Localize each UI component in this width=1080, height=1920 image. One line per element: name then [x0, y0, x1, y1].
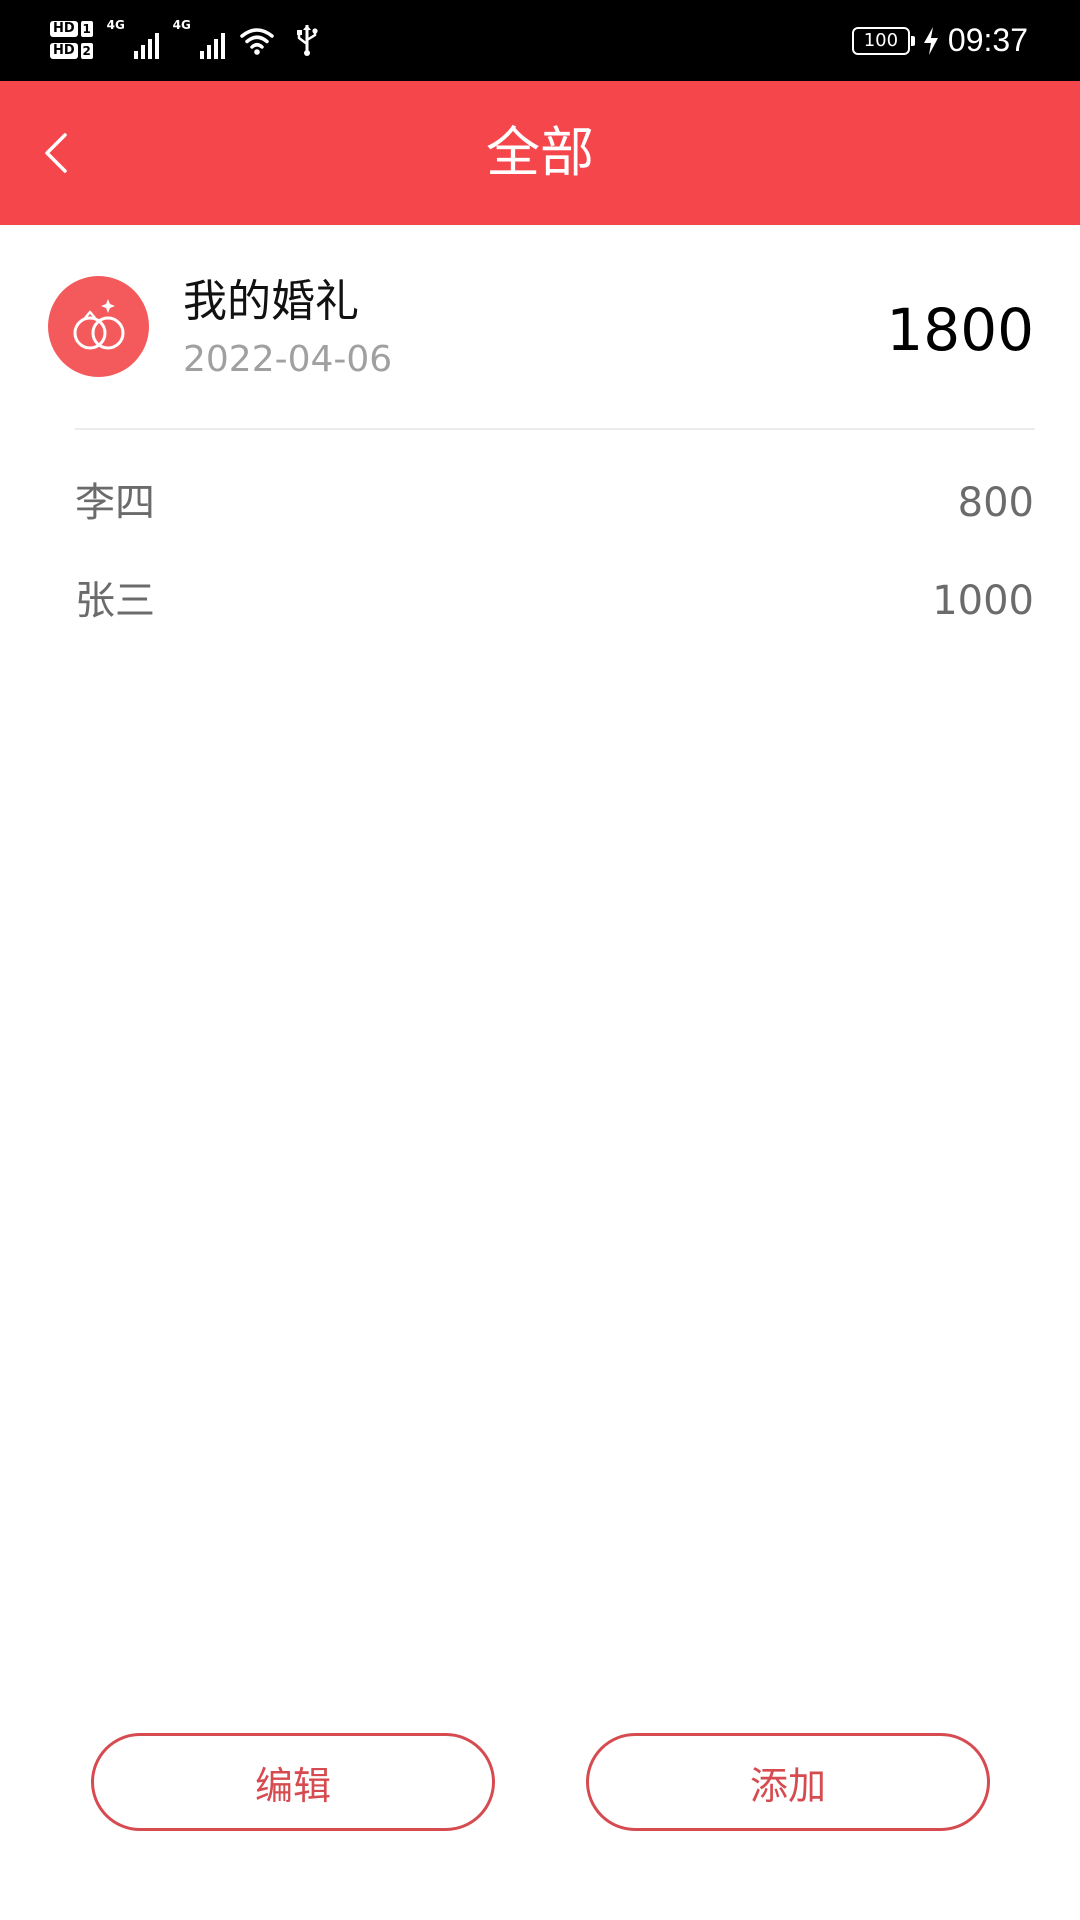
sim1-number: 1 [80, 21, 93, 37]
battery-icon: 100 [851, 26, 915, 55]
sim2-hd-label: HD [50, 43, 78, 59]
gift-amount: 800 [957, 480, 1034, 526]
list-item[interactable]: 张三 1000 [0, 550, 1080, 648]
status-bar-left: HD 1 HD 2 4G 4G [50, 10, 325, 70]
gift-list: 李四 800 张三 1000 [0, 452, 1080, 648]
edit-button[interactable]: 编辑 [91, 1733, 495, 1831]
status-time: 09:37 [947, 22, 1028, 58]
signal-icon: 4G [173, 17, 225, 63]
gift-giver-name: 张三 [75, 578, 155, 624]
sim1-hd-label: HD [50, 21, 78, 37]
app-bar: 全部 [0, 81, 1080, 225]
gift-amount: 1000 [932, 578, 1034, 624]
gift-giver-name: 李四 [75, 480, 155, 526]
event-total: 1800 [886, 296, 1034, 364]
event-title: 我的婚礼 [183, 276, 359, 327]
divider [75, 428, 1035, 430]
sim2-number: 2 [80, 43, 93, 59]
sim2-badge: HD 2 [50, 43, 93, 59]
sim1-badge: HD 1 [50, 21, 93, 37]
network-type-1: 4G [106, 18, 125, 32]
list-item[interactable]: 李四 800 [0, 452, 1080, 550]
status-bar-right: 100 09:37 [851, 0, 1028, 81]
page-title: 全部 [486, 121, 594, 184]
event-date: 2022-04-06 [183, 339, 393, 380]
sim-badges: HD 1 HD 2 [50, 21, 93, 59]
wifi-icon [239, 28, 274, 55]
wedding-rings-icon [48, 276, 149, 377]
status-bar: HD 1 HD 2 4G 4G 100 09:37 [0, 0, 1080, 81]
add-button[interactable]: 添加 [586, 1733, 990, 1831]
network-type-2: 4G [172, 18, 191, 32]
event-summary: 我的婚礼 2022-04-06 1800 [0, 225, 1080, 430]
charging-icon [923, 26, 938, 55]
signal-icon: 4G [107, 17, 159, 63]
usb-icon [296, 25, 318, 56]
battery-level: 100 [863, 29, 899, 51]
